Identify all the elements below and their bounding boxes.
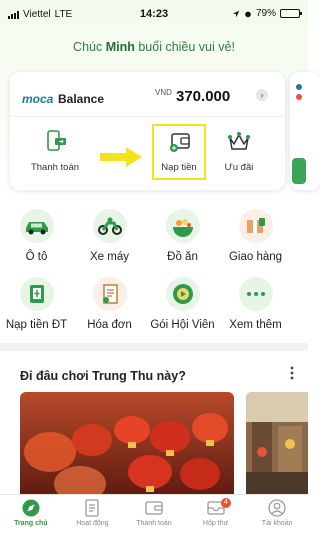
service-label: Hóa đơn (87, 319, 132, 331)
section-title: Đi đâu chơi Trung Thu này? (20, 369, 186, 383)
greeting-user-name: Minh (105, 40, 135, 54)
home-compass-icon (22, 499, 40, 517)
section-more-button[interactable] (290, 366, 296, 380)
service-hoa-don[interactable]: Hóa đơn (73, 277, 146, 331)
balance-label: Balance (58, 92, 105, 106)
status-bar: Viettel LTE 14:23 79% (0, 0, 308, 26)
battery-icon (280, 9, 302, 18)
action-label: Thanh toán (30, 162, 80, 173)
service-do-an[interactable]: Đồ ăn (146, 209, 219, 263)
promo-street-image[interactable] (246, 392, 308, 500)
car-icon (19, 209, 54, 243)
peek-dot (296, 84, 302, 90)
activity-icon (83, 499, 101, 517)
wallet-card: moca Balance VND 370.000 › Thanh toán Nạ… (10, 72, 285, 190)
service-label: Xe máy (90, 251, 129, 263)
service-label: Giao hàng (228, 251, 283, 263)
delivery-icon (238, 209, 273, 243)
balance-amount: 370.000 (176, 88, 231, 105)
tab-label: Tài khoản (261, 520, 293, 527)
services-row-2: Nạp tiền ĐT Hóa đơn Gói Hội Viên Xem thê… (0, 277, 308, 331)
bill-icon (92, 277, 127, 311)
tab-label: Thanh toán (136, 520, 172, 527)
phone-topup-icon (19, 277, 54, 311)
action-nap-tien[interactable]: Nạp tiền (146, 128, 212, 173)
greeting: Chúc Minh buổi chiều vui vẻ! (0, 40, 308, 54)
yellow-arrow-icon (100, 147, 142, 167)
service-label: Nạp tiền ĐT (5, 319, 68, 331)
service-o-to[interactable]: Ô tô (0, 209, 73, 263)
chevron-right-icon: › (260, 90, 264, 100)
bottom-tab-bar: Trang chủ Hoạt động Thanh toán 4 Hộp thư… (0, 494, 308, 535)
services-row-1: Ô tô Xe máy Đồ ăn Giao hàng (0, 209, 308, 263)
vertical-dots-icon (290, 366, 294, 380)
tab-hoat-dong[interactable]: Hoạt động (62, 495, 124, 535)
service-nap-tien-dt[interactable]: Nạp tiền ĐT (0, 277, 73, 331)
wallet-topup-icon (165, 128, 193, 156)
tab-thanh-toan[interactable]: Thanh toán (123, 495, 185, 535)
next-card-peek[interactable] (290, 72, 320, 190)
service-label: Gói Hội Viên (150, 319, 215, 331)
payment-icon (145, 499, 163, 517)
tab-label: Trang chủ (14, 520, 48, 527)
account-icon (268, 499, 286, 517)
tab-tai-khoan[interactable]: Tài khoản (246, 495, 308, 535)
peek-dot (296, 94, 302, 100)
crown-offer-icon (225, 128, 253, 156)
more-icon (238, 277, 273, 311)
action-label: Ưu đãi (224, 162, 254, 173)
service-label: Ô tô (25, 251, 48, 263)
service-xem-them[interactable]: Xem thêm (219, 277, 292, 331)
tab-trang-chu[interactable]: Trang chủ (0, 495, 62, 535)
action-label: Nạp tiền (161, 162, 197, 173)
payment-phone-icon (41, 128, 69, 156)
location-arrow-icon (232, 10, 240, 17)
battery-percent: 79% (255, 8, 276, 19)
moca-logo: moca (22, 92, 54, 106)
action-uu-dai[interactable]: Ưu đãi (206, 128, 272, 173)
service-goi-hoi-vien[interactable]: Gói Hội Viên (146, 277, 219, 331)
currency-label: VND (155, 88, 172, 97)
membership-icon (165, 277, 200, 311)
greeting-prefix: Chúc (73, 40, 106, 54)
tab-label: Hộp thư (202, 520, 229, 527)
food-icon (165, 209, 200, 243)
motorbike-icon (92, 209, 127, 243)
card-divider (10, 116, 285, 117)
tab-label: Hoạt động (76, 520, 109, 527)
promo-lanterns-image[interactable] (20, 392, 234, 500)
section-divider (0, 343, 308, 351)
service-label: Xem thêm (229, 319, 282, 331)
service-xe-may[interactable]: Xe máy (73, 209, 146, 263)
balance-detail-button[interactable]: › (256, 89, 268, 101)
action-thanh-toan[interactable]: Thanh toán (22, 128, 88, 173)
greeting-suffix: buổi chiều vui vẻ! (134, 40, 235, 54)
alarm-icon (245, 11, 251, 17)
peek-button (292, 158, 306, 184)
service-label: Đồ ăn (167, 251, 198, 263)
service-giao-hang[interactable]: Giao hàng (219, 209, 292, 263)
tab-hop-thu[interactable]: 4 Hộp thư (185, 495, 247, 535)
inbox-badge: 4 (220, 498, 231, 508)
